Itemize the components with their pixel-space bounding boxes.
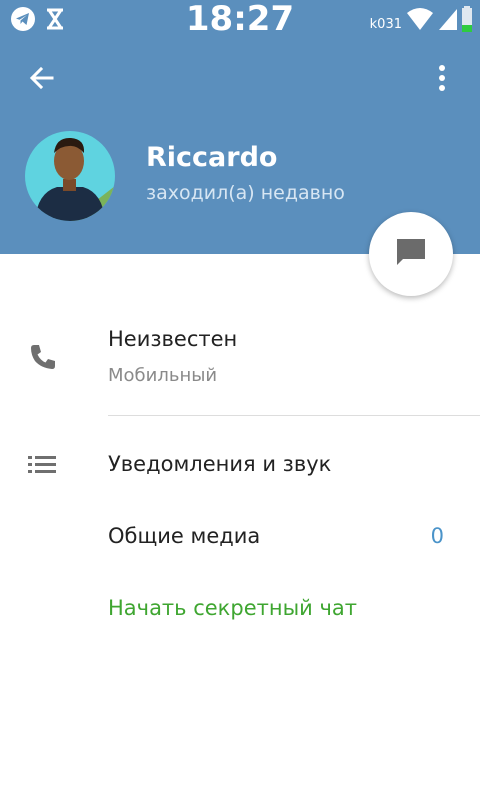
phone-row[interactable]: Неизвестен Мобильный — [0, 316, 480, 416]
more-vertical-icon — [438, 64, 446, 96]
shared-media-row[interactable]: Общие медиа 0 — [0, 502, 480, 572]
notifications-row[interactable]: Уведомления и звук — [0, 430, 480, 500]
list-icon — [26, 448, 60, 482]
profile-name: Riccardo — [146, 142, 278, 173]
notifications-label: Уведомления и звук — [108, 452, 332, 476]
wifi-icon — [406, 7, 434, 35]
carrier-label: k031 — [369, 16, 402, 32]
status-bar: 18:27 k031 — [0, 0, 480, 38]
status-icons-right: k031 — [370, 6, 472, 36]
avatar[interactable] — [25, 131, 115, 221]
phone-icon — [26, 340, 60, 374]
shared-media-label: Общие медиа — [108, 524, 261, 548]
phone-type-label: Мобильный — [108, 365, 218, 386]
send-message-button[interactable] — [369, 212, 453, 296]
secret-chat-row[interactable]: Начать секретный чат — [0, 574, 480, 644]
arrow-left-icon — [28, 64, 56, 96]
divider — [108, 415, 480, 416]
profile-last-seen: заходил(а) недавно — [146, 182, 345, 204]
signal-icon — [438, 7, 458, 35]
shared-media-count: 0 — [430, 524, 444, 548]
phone-number: Неизвестен — [108, 327, 238, 351]
start-secret-chat-label: Начать секретный чат — [108, 596, 357, 620]
back-button[interactable] — [22, 60, 62, 100]
more-options-button[interactable] — [422, 60, 462, 100]
message-icon — [394, 236, 428, 272]
battery-icon — [462, 6, 472, 36]
